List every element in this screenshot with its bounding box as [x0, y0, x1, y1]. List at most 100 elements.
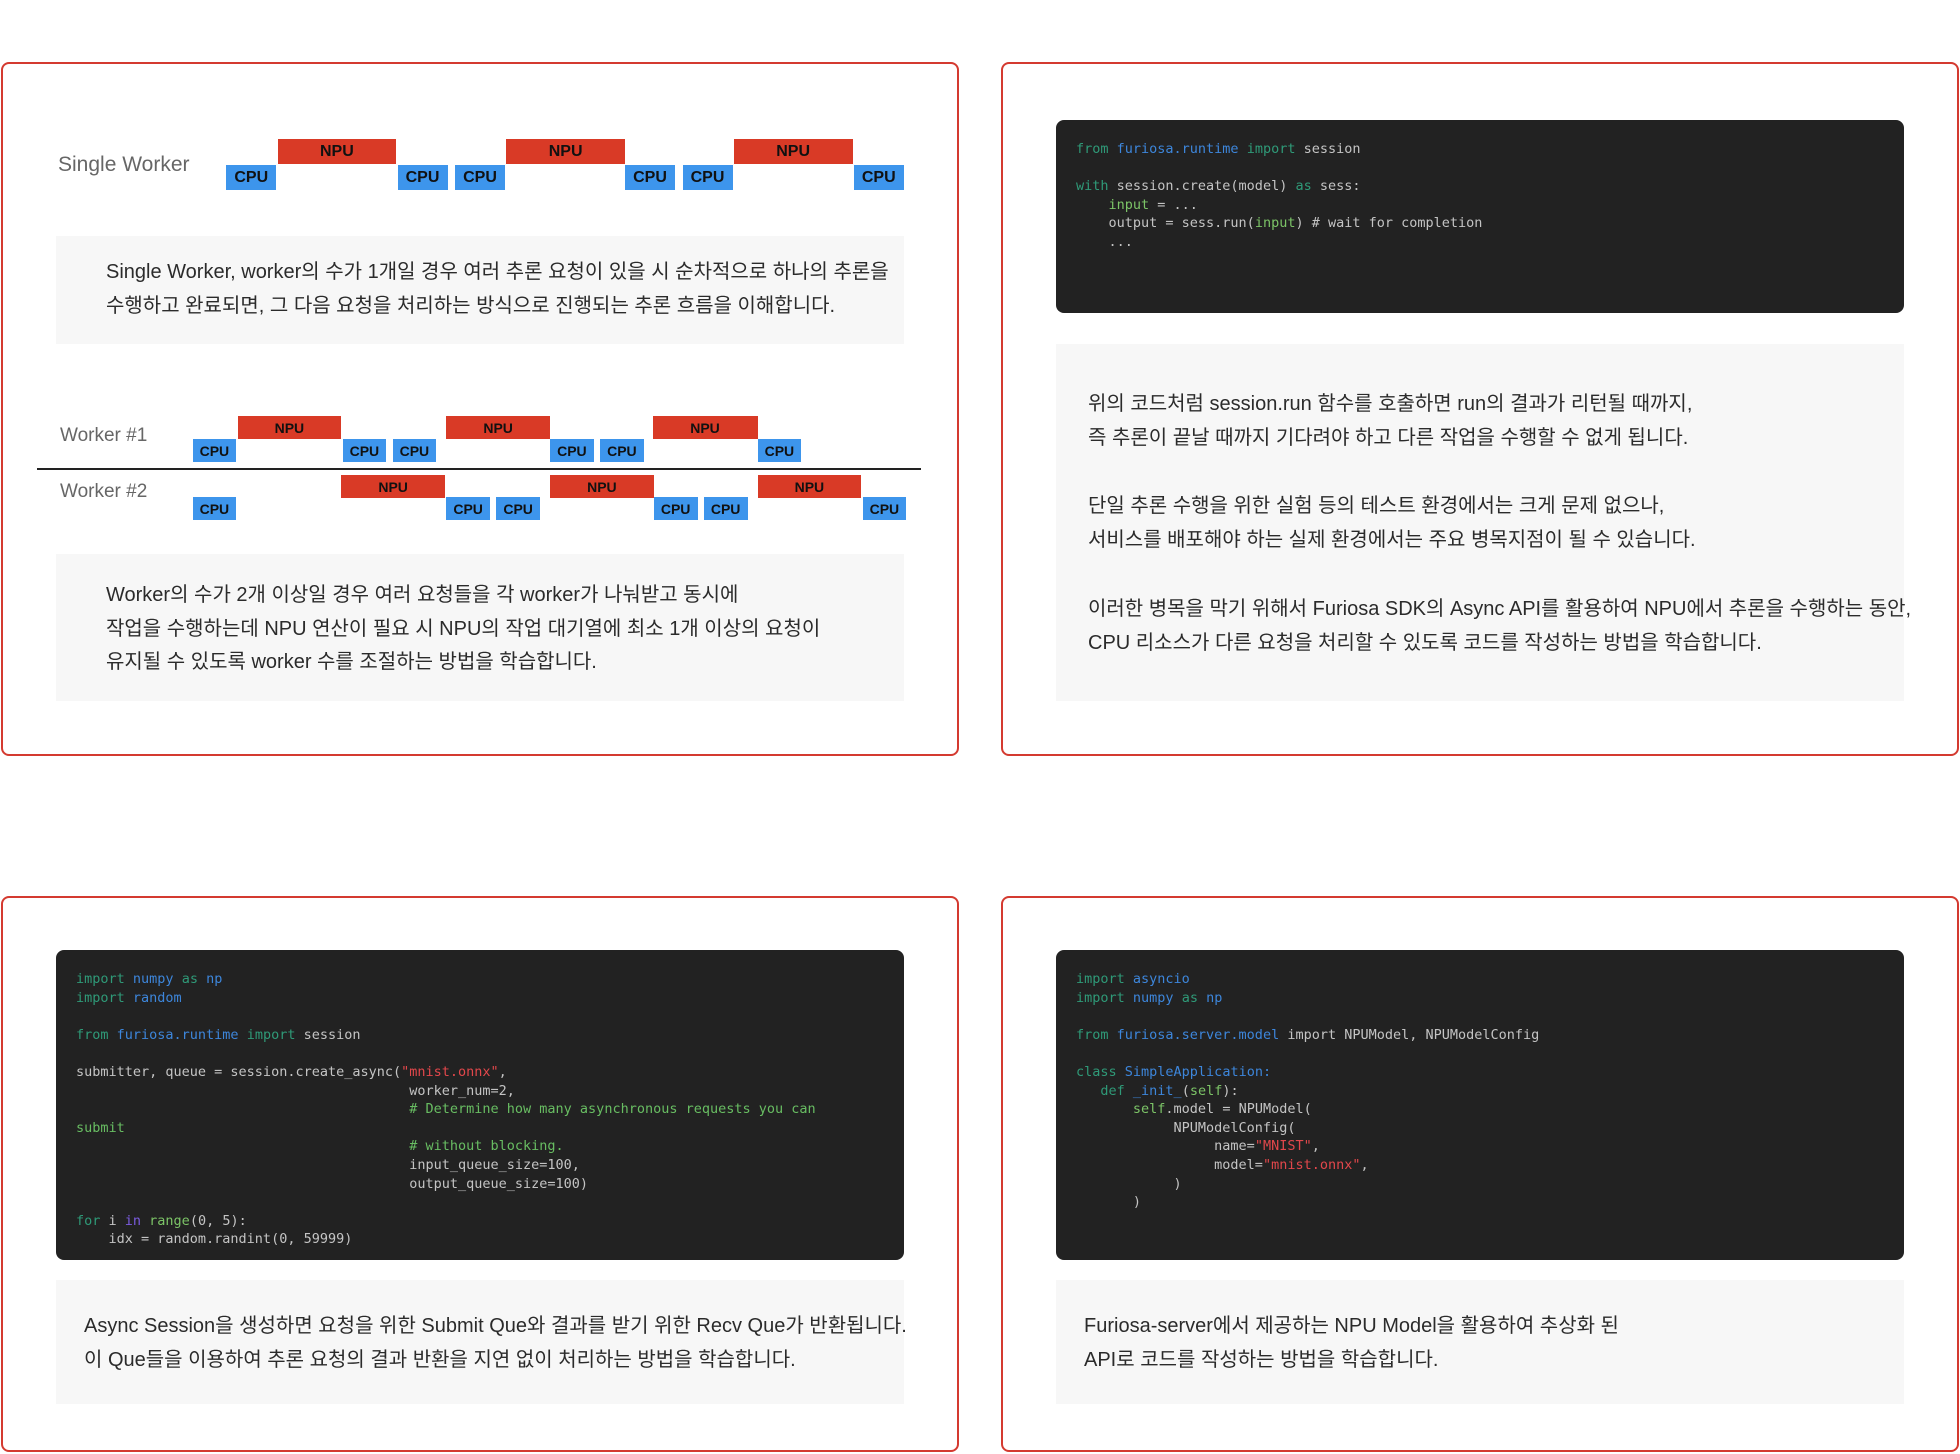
code-token: _init_	[1132, 1082, 1182, 1099]
code-token: idx = random.randint(0, 59999)	[76, 1231, 353, 1248]
code-line: from furiosa.server.model import NPUMode…	[1076, 1026, 1884, 1045]
code-token: ...	[1076, 233, 1133, 250]
cpu-block: CPU	[703, 497, 748, 520]
cpu-block: CPU	[757, 439, 802, 462]
code-token: ,	[1311, 1138, 1320, 1155]
npu-block: NPU	[550, 475, 654, 498]
code-token: model=	[1076, 1156, 1263, 1173]
description-line: 서비스를 배포해야 하는 실제 환경에서는 주요 병목지점이 될 수 있습니다.	[1088, 529, 1696, 551]
code-line: import numpy as np	[1076, 989, 1884, 1008]
code-token: ) # wait for completion	[1295, 215, 1483, 232]
code-token: ,	[1360, 1156, 1369, 1173]
code-line: for i in range(0, 5):	[76, 1212, 884, 1231]
code-token: furiosa.server.model	[1116, 1026, 1288, 1043]
server-description-panel	[1056, 1280, 1904, 1404]
code-token: furiosa.runtime	[1116, 141, 1247, 157]
code-line: )	[1076, 1193, 1884, 1212]
description-line: 유지될 수 있도록 worker 수를 조절하는 방법을 학습합니다.	[106, 651, 597, 673]
cpu-block: CPU	[392, 439, 437, 462]
description-line: API로 코드를 작성하는 방법을 학습합니다.	[1084, 1349, 1439, 1371]
description-line: 이러한 병목을 막기 위해서 Furiosa SDK의 Async API를 활…	[1088, 598, 1912, 620]
code-line: worker_num=2,	[76, 1082, 884, 1101]
code-line: output_queue_size=100)	[76, 1175, 884, 1194]
code-token: from	[1076, 141, 1117, 157]
async-description-panel	[56, 1280, 904, 1404]
code-token: )	[1076, 1175, 1182, 1192]
code-line: from furiosa.runtime import session	[76, 1026, 884, 1045]
code-token: "MNIST"	[1254, 1138, 1312, 1155]
cpu-block: CPU	[862, 497, 907, 520]
description-line: Async Session을 생성하면 요청을 위한 Submit Que와 결…	[84, 1315, 907, 1337]
cpu-block: CPU	[192, 439, 237, 462]
description-line: Single Worker, worker의 수가 1개일 경우 여러 추론 요…	[106, 261, 889, 283]
code-token: from	[76, 1026, 117, 1043]
npu-block: NPU	[506, 139, 625, 164]
code-token: input	[1108, 196, 1150, 213]
server-code-block: import asyncio import numpy as np from fur…	[1056, 950, 1904, 1260]
npu-block: NPU	[652, 416, 758, 439]
code-token: ,	[498, 1063, 507, 1080]
code-token: as	[181, 971, 207, 987]
worker2-label: Worker #2	[60, 481, 148, 502]
code-line: with session.create(model) as sess:	[1076, 177, 1884, 196]
description-line: 단일 추론 수행을 위한 실험 등의 테스트 환경에서는 크게 문제 없으나,	[1088, 495, 1665, 517]
code-token: range	[149, 1212, 190, 1229]
description-line: Furiosa-server에서 제공하는 NPU Model을 활용하여 추상…	[1084, 1315, 1619, 1337]
code-token: asyncio	[1132, 971, 1190, 987]
code-token: numpy	[132, 971, 182, 987]
code-token: input	[1254, 215, 1296, 232]
code-token: NPUModelConfig(	[1076, 1119, 1296, 1136]
cpu-block: CPU	[342, 439, 387, 462]
code-line: name="MNIST",	[1076, 1137, 1884, 1156]
description-line: CPU 리소스가 다른 요청을 처리할 수 있도록 코드를 작성하는 방법을 학…	[1088, 632, 1762, 654]
code-line: )	[1076, 1175, 1884, 1194]
cpu-block: CPU	[682, 165, 733, 190]
code-line: idx = random.randint(0, 59999)	[76, 1230, 884, 1249]
worker-divider	[37, 468, 921, 470]
code-token: random	[132, 989, 182, 1006]
cpu-block: CPU	[625, 165, 675, 190]
code-token: in	[124, 1212, 150, 1229]
code-token: SimpleApplication:	[1124, 1063, 1272, 1080]
npu-block: NPU	[446, 416, 550, 439]
code-token: class	[1076, 1063, 1125, 1080]
code-token: name=	[1076, 1138, 1255, 1155]
code-line: ...	[1076, 233, 1884, 252]
cpu-block: CPU	[600, 439, 644, 462]
description-line: Worker의 수가 2개 이상일 경우 여러 요청들을 각 worker가 나…	[106, 584, 739, 606]
code-line: class SimpleApplication:	[1076, 1063, 1884, 1082]
code-token: output_queue_size=100)	[76, 1175, 589, 1192]
code-token: )	[1076, 1194, 1142, 1211]
code-token: = ...	[1149, 196, 1198, 213]
code-token: ):	[1222, 1082, 1239, 1099]
code-token: self	[1132, 1101, 1166, 1118]
code-token: session	[303, 1026, 361, 1043]
code-token: import NPUModel, NPUModelConfig	[1287, 1026, 1540, 1043]
cpu-block: CPU	[455, 165, 505, 190]
npu-block: NPU	[237, 416, 342, 439]
code-token: self	[1189, 1082, 1223, 1099]
description-line: 작업을 수행하는데 NPU 연산이 필요 시 NPU의 작업 대기열에 최소 1…	[106, 618, 821, 640]
code-token: worker_num=2,	[76, 1082, 515, 1099]
code-token: input_queue_size=100,	[76, 1156, 580, 1173]
sync-code-block: from furiosa.runtime import session with …	[1056, 120, 1904, 313]
cpu-block: CPU	[653, 497, 698, 520]
cpu-block: CPU	[446, 497, 490, 520]
code-token: "mnist.onnx"	[401, 1063, 499, 1080]
code-line: import random	[76, 989, 884, 1008]
code-token: session.create(model)	[1116, 178, 1296, 195]
code-line: import numpy as np	[76, 970, 884, 989]
code-token: for	[76, 1212, 109, 1229]
code-token: import	[1076, 971, 1133, 987]
code-token: "mnist.onnx"	[1262, 1156, 1361, 1173]
code-line: submitter, queue = session.create_async(…	[76, 1063, 884, 1082]
code-line: # Determine how many asynchronous reques…	[76, 1100, 884, 1119]
